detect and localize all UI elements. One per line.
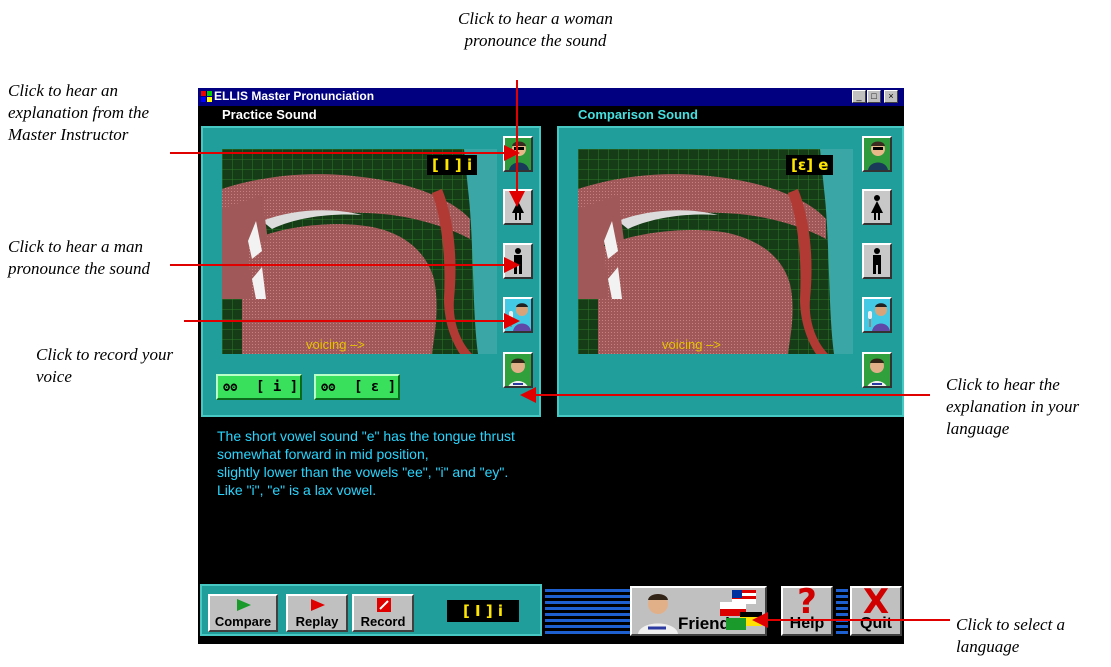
explanation-line: The short vowel sound "e" has the tongue… [217, 428, 515, 444]
play-icon [311, 599, 325, 611]
maximize-button[interactable]: □ [867, 90, 881, 103]
callout-line: pronounce the sound [8, 259, 150, 278]
decorative-stripes [545, 586, 630, 634]
callout-line: Click to record your [36, 345, 174, 364]
close-button[interactable]: × [884, 90, 898, 103]
friend-icon [638, 594, 678, 634]
compare-label: Compare [214, 614, 272, 629]
explanation-line: somewhat forward in mid position, [217, 446, 429, 462]
record-button[interactable]: Record [352, 594, 414, 632]
instructor-icon [864, 138, 890, 170]
callout-line: Click to hear the [946, 375, 1060, 394]
practice-voicing-label: voicing –> [306, 337, 365, 352]
quit-label: Quit [860, 615, 892, 632]
callout-record: Click to record your voice [36, 344, 173, 388]
help-button[interactable]: ? Help [781, 582, 833, 636]
play-icon [237, 599, 251, 611]
native-language-icon [505, 354, 531, 386]
comparison-sound-header: Comparison Sound [578, 107, 698, 122]
comparison-record-voice-button[interactable] [862, 297, 892, 333]
practice-sound-header: Practice Sound [222, 107, 317, 122]
callout-line: voice [36, 367, 72, 386]
title-bar: ELLIS Master Pronunciation _ □ × [198, 88, 904, 106]
compare-sound-label: [ i ] [256, 379, 299, 395]
callout-line: Master Instructor [8, 125, 129, 144]
help-label: Help [789, 615, 825, 632]
comparison-native-language-button[interactable] [862, 352, 892, 388]
language-flags-icon[interactable] [720, 590, 764, 632]
practice-diagram: [ I ] i voicing –> [222, 149, 497, 354]
record-label: Record [360, 614, 406, 629]
glasses-icon: ʘʘ [223, 380, 238, 394]
replay-button[interactable]: Replay [286, 594, 348, 632]
vocal-tract-diagram [222, 149, 497, 354]
app-icon [201, 91, 212, 102]
record-voice-icon [505, 299, 531, 331]
comparison-woman-button[interactable] [862, 189, 892, 225]
record-voice-icon [864, 299, 890, 331]
callout-line: Click to select a [956, 615, 1066, 634]
comparison-voicing-label: voicing –> [662, 337, 721, 352]
callout-language-explanation: Click to hear the explanation in your la… [946, 374, 1079, 440]
replay-label: Replay [295, 614, 339, 629]
glasses-icon: ʘʘ [321, 380, 336, 394]
callout-line: Click to hear a man [8, 237, 144, 256]
friend-button[interactable]: Friend [630, 586, 767, 636]
decorative-stripes [836, 586, 848, 634]
vocal-tract-diagram [578, 149, 853, 354]
practice-man-button[interactable] [503, 243, 533, 279]
explanation-line: slightly lower than the vowels "ee", "i"… [217, 464, 509, 480]
native-language-icon [864, 354, 890, 386]
quit-button[interactable]: X Quit [850, 582, 902, 636]
callout-line: language [956, 637, 1020, 656]
callout-line: explanation from the [8, 103, 150, 122]
current-sound-display: [ I ] i [447, 600, 519, 622]
callout-line: language [946, 419, 1010, 438]
callout-instructor: Click to hear an explanation from the Ma… [8, 80, 149, 146]
callout-select-language: Click to select a language [956, 614, 1065, 658]
practice-woman-button[interactable] [503, 189, 533, 225]
callout-man: Click to hear a man pronounce the sound [8, 236, 150, 280]
instructor-icon [505, 138, 531, 170]
woman-icon [505, 191, 531, 223]
compare-sound-button-2[interactable]: ʘʘ [ ε ] [314, 374, 400, 400]
compare-sound-label: [ ε ] [354, 379, 397, 395]
callout-line: pronounce the sound [464, 31, 607, 50]
comparison-phoneme-label: [ε] e [786, 155, 834, 175]
practice-record-voice-button[interactable] [503, 297, 533, 333]
callout-woman: Click to hear a woman pronounce the soun… [458, 8, 613, 52]
callout-line: Click to hear an [8, 81, 119, 100]
compare-button[interactable]: Compare [208, 594, 278, 632]
practice-instructor-button[interactable] [503, 136, 533, 172]
playback-toolbar: Compare Replay Record [ I ] i [200, 584, 542, 636]
practice-phoneme-label: [ I ] i [427, 155, 478, 175]
compare-sound-button-1[interactable]: ʘʘ [ i ] [216, 374, 302, 400]
woman-icon [864, 191, 890, 223]
comparison-man-button[interactable] [862, 243, 892, 279]
window-title: ELLIS Master Pronunciation [214, 89, 375, 103]
comparison-diagram: [ε] e voicing –> [578, 149, 853, 354]
man-icon [505, 245, 531, 277]
record-icon [377, 598, 391, 612]
explanation-line: Like "i", "e" is a lax vowel. [217, 482, 377, 498]
callout-line: Click to hear a woman [458, 9, 613, 28]
practice-native-language-button[interactable] [503, 352, 533, 388]
explanation-text: The short vowel sound "e" has the tongue… [217, 427, 515, 499]
minimize-button[interactable]: _ [852, 90, 866, 103]
callout-line: explanation in your [946, 397, 1080, 416]
man-icon [864, 245, 890, 277]
comparison-instructor-button[interactable] [862, 136, 892, 172]
